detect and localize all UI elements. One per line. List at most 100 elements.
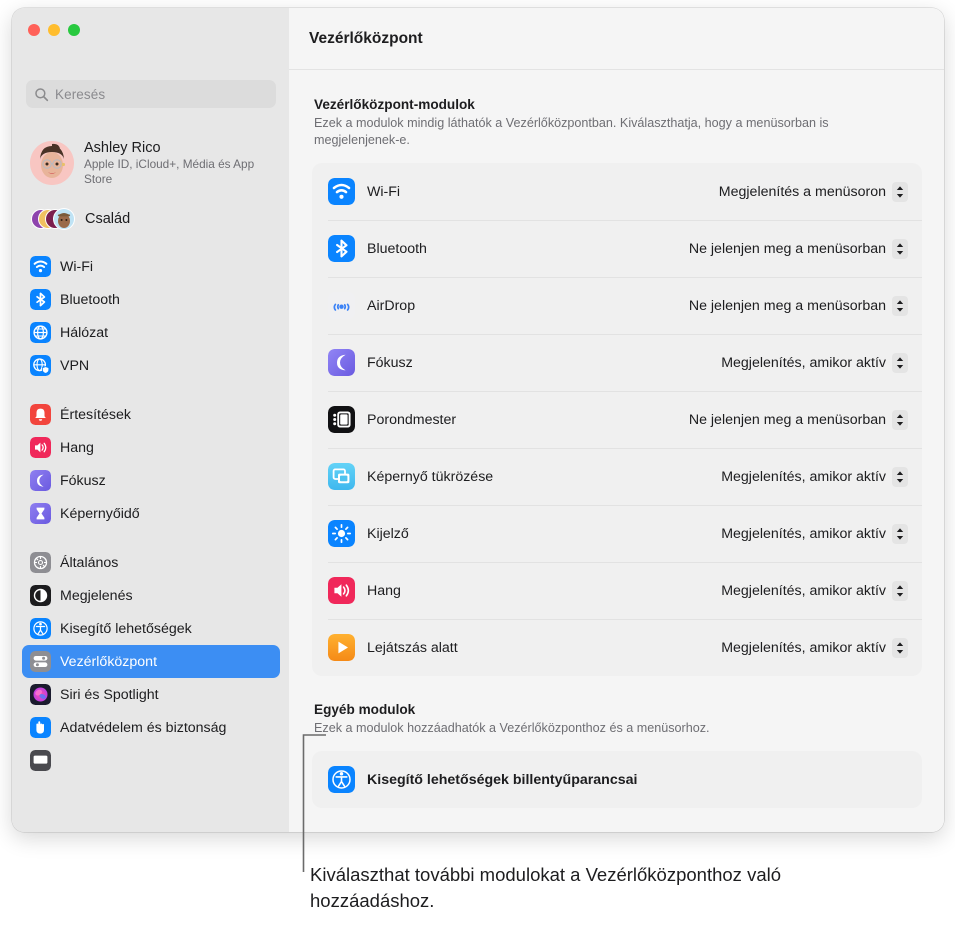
account-row[interactable]: Ashley Rico Apple ID, iCloud+, Média és … [24,134,278,192]
sidebar-item-bluetooth[interactable]: Bluetooth [22,283,280,316]
wifi-icon [328,178,355,205]
sidebar-item-partial-cutoff[interactable] [22,744,280,777]
accessibility-icon [30,618,51,639]
section-description: Ezek a modulok mindig láthatók a Vezérlő… [314,116,829,147]
minimize-button[interactable] [48,24,60,36]
module-row-focus[interactable]: Fókusz Megjelenítés, amikor aktív [312,334,922,391]
popup-button-sound[interactable]: Megjelenítés, amikor aktív [721,580,908,601]
module-row-airdrop[interactable]: AirDrop Ne jelenjen meg a menüsorban [312,277,922,334]
stage-manager-icon [328,406,355,433]
sidebar-item-vpn[interactable]: VPN [22,349,280,382]
search-input-placeholder: Keresés [55,86,106,102]
sidebar-item-privacy-security[interactable]: Adatvédelem és biztonság [22,711,280,744]
popup-button-wifi[interactable]: Megjelenítés a menüsoron [719,181,908,202]
sidebar-item-network[interactable]: Hálózat [22,316,280,349]
account-name: Ashley Rico [84,139,161,156]
module-label: Hang [367,582,401,599]
notifications-bell-icon [30,404,51,425]
sidebar-item-label: Általános [60,554,119,571]
bluetooth-icon [30,289,51,310]
chevron-up-down-icon [892,523,908,544]
section-header-other-modules: Egyéb modulok Ezek a modulok hozzáadható… [289,676,944,737]
sidebar-item-label: Fókusz [60,472,106,489]
sidebar-item-sound[interactable]: Hang [22,431,280,464]
sidebar-item-general[interactable]: Általános [22,546,280,579]
popup-button-airdrop[interactable]: Ne jelenjen meg a menüsorban [689,295,908,316]
window-traffic-lights [28,24,80,36]
sidebar-item-accessibility[interactable]: Kisegítő lehetőségek [22,612,280,645]
sidebar: Keresés Ashley Rico Apple ID, iCloud+, M… [12,8,289,832]
popup-value: Ne jelenjen meg a menüsorban [688,411,886,428]
sidebar-item-focus[interactable]: Fókusz [22,464,280,497]
module-label: Kisegítő lehetőségek billentyűparancsai [367,771,638,788]
module-label: Fókusz [367,354,413,371]
sidebar-group-alerts: Értesítések Hang Fókusz Képernyőidő [22,398,280,530]
sidebar-group-system: Általános Megjelenés Kisegítő lehetősége… [22,546,280,777]
sidebar-item-label: Vezérlőközpont [60,653,158,670]
focus-moon-icon [328,349,355,376]
popup-button-display[interactable]: Megjelenítés, amikor aktív [721,523,908,544]
popup-button-now-playing[interactable]: Megjelenítés, amikor aktív [721,637,908,658]
section-title: Vezérlőközpont-modulok [314,97,475,112]
chevron-up-down-icon [892,580,908,601]
section-title: Egyéb modulok [314,702,416,717]
settings-scroll-area[interactable]: Vezérlőközpont-modulok Ezek a modulok mi… [289,71,944,832]
module-row-now-playing[interactable]: Lejátszás alatt Megjelenítés, amikor akt… [312,619,922,676]
focus-moon-icon [30,470,51,491]
module-row-stage-manager[interactable]: Porondmester Ne jelenjen meg a menüsorba… [312,391,922,448]
module-row-bluetooth[interactable]: Bluetooth Ne jelenjen meg a menüsorban [312,220,922,277]
sidebar-item-label: VPN [60,357,90,374]
sidebar-item-control-center[interactable]: Vezérlőközpont [22,645,280,678]
module-label: Képernyő tükrözése [367,468,494,485]
zoom-button[interactable] [68,24,80,36]
siri-icon [30,684,51,705]
popup-button-bluetooth[interactable]: Ne jelenjen meg a menüsorban [688,238,908,259]
chevron-up-down-icon [892,295,908,316]
airdrop-icon [328,292,355,319]
callout-caption: Kiválaszthat további modulokat a Vezérlő… [310,864,782,912]
avatar [30,141,74,185]
page-title: Vezérlőközpont [309,29,423,47]
sidebar-item-siri-spotlight[interactable]: Siri és Spotlight [22,678,280,711]
screenshot-root: Keresés Ashley Rico Apple ID, iCloud+, M… [0,0,955,934]
popup-value: Ne jelenjen meg a menüsorban [688,240,886,257]
sidebar-item-label: Kisegítő lehetőségek [60,620,192,637]
module-row-accessibility-shortcuts[interactable]: Kisegítő lehetőségek billentyűparancsai [312,751,922,808]
sidebar-group-network: Wi-Fi Bluetooth Hálózat VPN [22,250,280,382]
module-row-wifi[interactable]: Wi-Fi Megjelenítés a menüsoron [312,163,922,220]
sidebar-item-wifi[interactable]: Wi-Fi [22,250,280,283]
privacy-hand-icon [30,717,51,738]
vpn-globe-icon [30,355,51,376]
sidebar-item-appearance[interactable]: Megjelenés [22,579,280,612]
accessibility-icon [328,766,355,793]
popup-button-screen-mirroring[interactable]: Megjelenítés, amikor aktív [721,466,908,487]
close-button[interactable] [28,24,40,36]
content-titlebar: Vezérlőközpont [289,8,944,70]
sidebar-item-label: Hang [60,439,94,456]
sidebar-item-notifications[interactable]: Értesítések [22,398,280,431]
family-avatars-icon [30,206,78,232]
account-subtitle: Apple ID, iCloud+, Média és App Store [84,157,255,186]
screen-mirroring-icon [328,463,355,490]
other-modules-card: Kisegítő lehetőségek billentyűparancsai [312,751,922,808]
family-row[interactable]: Család [24,204,278,234]
sound-speaker-icon [328,577,355,604]
sidebar-item-label: Képernyőidő [60,505,140,522]
module-row-screen-mirroring[interactable]: Képernyő tükrözése Megjelenítés, amikor … [312,448,922,505]
popup-button-focus[interactable]: Megjelenítés, amikor aktív [721,352,908,373]
module-row-display[interactable]: Kijelző Megjelenítés, amikor aktív [312,505,922,562]
content-pane: Vezérlőközpont Vezérlőközpont-modulok Ez… [289,8,944,832]
system-settings-window: Keresés Ashley Rico Apple ID, iCloud+, M… [12,8,944,832]
module-row-sound[interactable]: Hang Megjelenítés, amikor aktív [312,562,922,619]
module-label: Bluetooth [367,240,427,257]
chevron-up-down-icon [892,466,908,487]
popup-value: Megjelenítés, amikor aktív [721,354,886,371]
search-field[interactable]: Keresés [26,80,276,108]
wifi-icon [30,256,51,277]
sidebar-nav: Wi-Fi Bluetooth Hálózat VPN Értesítések … [22,250,280,793]
control-center-icon [30,651,51,672]
sidebar-item-screentime[interactable]: Képernyőidő [22,497,280,530]
sidebar-item-label: Bluetooth [60,291,120,308]
popup-button-stage-manager[interactable]: Ne jelenjen meg a menüsorban [688,409,908,430]
chevron-up-down-icon [892,238,908,259]
